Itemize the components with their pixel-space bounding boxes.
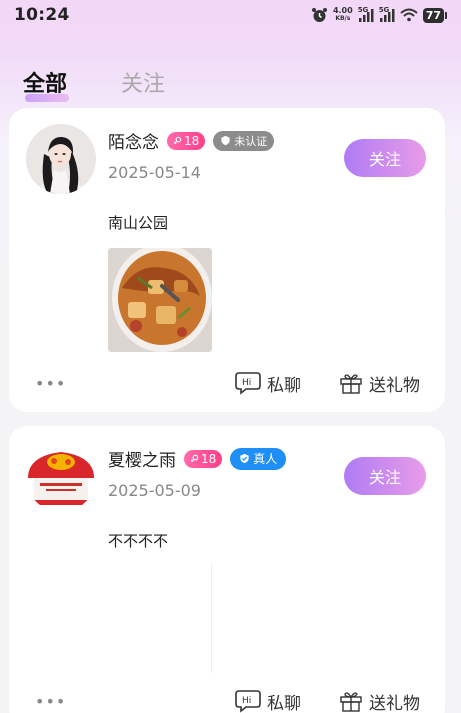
user-info-row: 夏樱之雨 18 真人 xyxy=(108,446,287,471)
shield-icon xyxy=(221,135,230,146)
post-date: 2025-05-09 xyxy=(108,481,201,500)
username[interactable]: 陌念念 xyxy=(108,128,159,153)
verified-shield-icon xyxy=(240,453,249,464)
alarm-icon xyxy=(311,7,328,23)
battery-indicator: 77 xyxy=(422,7,448,23)
status-bar: 10:24 4.00 KB/s 5G 5G 77 xyxy=(0,0,461,30)
follow-button[interactable]: 关注 xyxy=(344,457,426,495)
private-chat-label: 私聊 xyxy=(267,375,301,396)
post-actions: ••• Hi 私聊 送礼物 xyxy=(9,688,445,713)
chat-hi-icon: Hi xyxy=(235,372,261,395)
gift-icon xyxy=(340,692,362,712)
signal-icon-1: 5G xyxy=(357,6,374,23)
post-date: 2025-05-14 xyxy=(108,163,201,182)
private-chat-label: 私聊 xyxy=(267,693,301,713)
real-person-badge: 真人 xyxy=(230,447,287,470)
age-value: 18 xyxy=(201,451,217,466)
signal-1-label: 5G xyxy=(357,6,369,14)
tab-all[interactable]: 全部 xyxy=(23,66,69,102)
network-speed-value: 4.00 xyxy=(332,6,353,15)
send-gift-label: 送礼物 xyxy=(369,375,420,396)
follow-button[interactable]: 关注 xyxy=(344,139,426,177)
status-time: 10:24 xyxy=(14,5,70,25)
unverified-label: 未认证 xyxy=(234,134,268,148)
post-image[interactable] xyxy=(108,563,212,673)
send-gift-label: 送礼物 xyxy=(369,693,420,713)
signal-icon-2: 5G xyxy=(378,6,395,23)
wifi-icon xyxy=(400,8,418,22)
private-chat-button[interactable]: Hi 私聊 xyxy=(235,689,301,713)
user-info-row: 陌念念 18 未认证 xyxy=(108,128,275,153)
more-options-button[interactable]: ••• xyxy=(35,692,66,711)
username[interactable]: 夏樱之雨 xyxy=(108,446,176,471)
age-value: 18 xyxy=(184,133,200,148)
chat-hi-icon: Hi xyxy=(235,690,261,713)
post-card[interactable]: 夏樱之雨 18 真人 2025-05-09 关注 不不不不 ••• Hi 私聊 xyxy=(9,426,445,713)
private-chat-button[interactable]: Hi 私聊 xyxy=(235,371,301,396)
post-text: 南山公园 xyxy=(108,214,169,232)
svg-text:Hi: Hi xyxy=(242,378,251,388)
network-speed: 4.00 KB/s xyxy=(333,7,353,23)
status-icons: 4.00 KB/s 5G 5G 77 xyxy=(311,6,448,23)
post-text: 不不不不 xyxy=(108,532,169,550)
avatar[interactable] xyxy=(26,124,96,194)
female-icon xyxy=(173,136,182,145)
send-gift-button[interactable]: 送礼物 xyxy=(339,689,420,713)
real-person-label: 真人 xyxy=(253,452,278,466)
network-speed-unit: KB/s xyxy=(335,15,351,22)
post-image[interactable] xyxy=(108,248,212,352)
age-badge: 18 xyxy=(184,449,223,468)
svg-text:Hi: Hi xyxy=(242,696,251,706)
age-badge: 18 xyxy=(167,131,206,150)
tab-all-label: 全部 xyxy=(23,72,68,97)
post-actions: ••• Hi 私聊 送礼物 xyxy=(9,370,445,396)
female-icon xyxy=(190,454,199,463)
tab-following-label: 关注 xyxy=(121,72,166,97)
signal-2-label: 5G xyxy=(378,6,390,14)
post-card[interactable]: 陌念念 18 未认证 2025-05-14 关注 南山公园 ••• Hi 私聊 … xyxy=(9,108,445,412)
feed-tabs: 全部 关注 xyxy=(23,66,165,102)
send-gift-button[interactable]: 送礼物 xyxy=(339,371,420,396)
more-options-button[interactable]: ••• xyxy=(35,374,66,393)
avatar[interactable] xyxy=(26,442,96,512)
tab-following[interactable]: 关注 xyxy=(121,66,165,98)
unverified-badge: 未认证 xyxy=(213,130,275,151)
gift-icon xyxy=(340,374,362,394)
